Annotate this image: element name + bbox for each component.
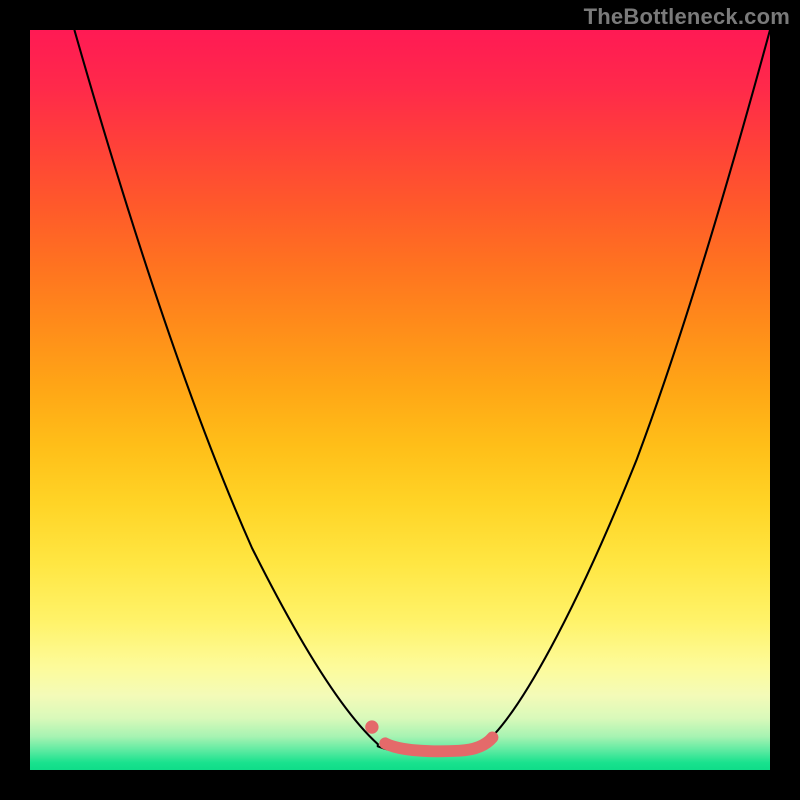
curve-path bbox=[74, 30, 770, 752]
bottleneck-curve bbox=[30, 30, 770, 770]
valley-marker bbox=[385, 737, 492, 751]
marker-dot bbox=[365, 720, 378, 733]
watermark-text: TheBottleneck.com bbox=[584, 4, 790, 30]
plot-area bbox=[30, 30, 770, 770]
chart-container: TheBottleneck.com bbox=[0, 0, 800, 800]
